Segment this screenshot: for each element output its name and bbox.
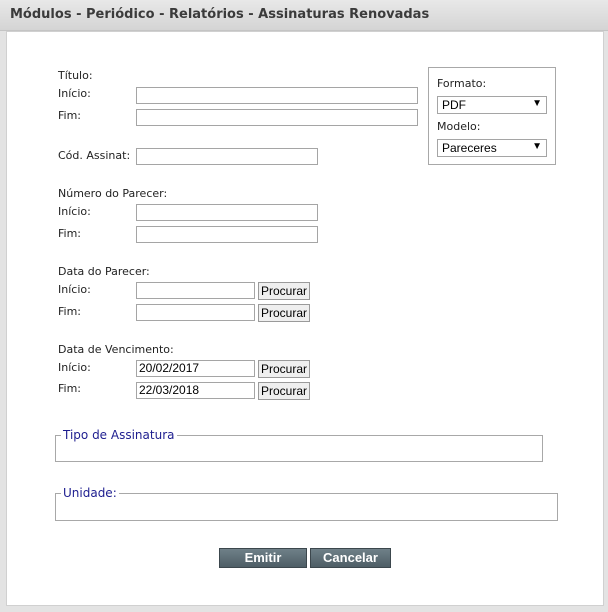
numero-parecer-fim-label: Fim:: [58, 227, 82, 240]
data-vencimento-inicio-label: Início:: [58, 361, 91, 374]
report-panel: Título: Início: Fim: Cód. Assinat: Númer…: [6, 31, 604, 606]
data-parecer-fim-procurar-button[interactable]: Procurar: [258, 304, 310, 322]
numero-parecer-heading: Número do Parecer:: [58, 187, 168, 200]
data-vencimento-fim-label: Fim:: [58, 382, 82, 395]
emitir-button[interactable]: Emitir: [219, 548, 307, 568]
cod-assinat-input[interactable]: [136, 148, 318, 165]
modelo-selected: Pareceres: [442, 141, 497, 155]
data-vencimento-inicio-input[interactable]: 20/02/2017: [136, 360, 255, 377]
chevron-down-icon: ▼: [532, 141, 542, 152]
output-options-box: Formato: PDF ▼ Modelo: Pareceres ▼: [428, 67, 556, 165]
data-parecer-inicio-label: Início:: [58, 283, 91, 296]
data-parecer-inicio-procurar-button[interactable]: Procurar: [258, 282, 310, 300]
data-vencimento-inicio-procurar-button[interactable]: Procurar: [258, 360, 310, 378]
data-vencimento-fim-procurar-button[interactable]: Procurar: [258, 382, 310, 400]
titulo-fim-label: Fim:: [58, 109, 82, 122]
formato-selected: PDF: [442, 98, 466, 112]
chevron-down-icon: ▼: [532, 98, 542, 109]
titulo-inicio-input[interactable]: [136, 87, 418, 104]
data-parecer-heading: Data do Parecer:: [58, 265, 150, 278]
titulo-heading: Título:: [58, 69, 93, 82]
unidade-legend: Unidade:: [61, 486, 119, 500]
numero-parecer-inicio-input[interactable]: [136, 204, 318, 221]
modelo-select[interactable]: Pareceres ▼: [437, 139, 547, 157]
data-parecer-inicio-input[interactable]: [136, 282, 255, 299]
cod-assinat-label: Cód. Assinat:: [58, 149, 131, 162]
modelo-label: Modelo:: [437, 120, 481, 133]
formato-select[interactable]: PDF ▼: [437, 96, 547, 114]
numero-parecer-inicio-label: Início:: [58, 205, 91, 218]
window-title: Módulos - Periódico - Relatórios - Assin…: [10, 7, 430, 22]
data-parecer-fim-input[interactable]: [136, 304, 255, 321]
cancelar-button[interactable]: Cancelar: [310, 548, 391, 568]
formato-label: Formato:: [437, 77, 487, 90]
title-bar: Módulos - Periódico - Relatórios - Assin…: [0, 0, 608, 31]
titulo-inicio-label: Início:: [58, 87, 91, 100]
data-vencimento-heading: Data de Vencimento:: [58, 343, 174, 356]
data-parecer-fim-label: Fim:: [58, 305, 82, 318]
numero-parecer-fim-input[interactable]: [136, 226, 318, 243]
data-vencimento-fim-input[interactable]: 22/03/2018: [136, 382, 255, 399]
titulo-fim-input[interactable]: [136, 109, 418, 126]
tipo-assinatura-legend: Tipo de Assinatura: [61, 428, 177, 442]
unidade-fieldset: [55, 493, 558, 521]
